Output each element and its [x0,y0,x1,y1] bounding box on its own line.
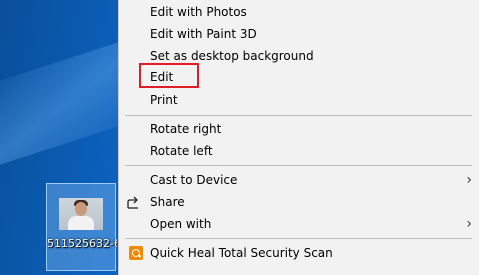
menu-separator [125,238,472,239]
thumbnail-body [68,216,94,230]
desktop-file-label: 511525632-6’–2x612 [47,237,117,250]
menu-item-rotate-right[interactable]: Rotate right [119,118,479,140]
menu-item-label: Rotate left [150,144,213,158]
menu-separator [125,115,472,116]
edit-highlight-box [139,63,199,88]
menu-item-label: Edit with Paint 3D [150,27,257,41]
menu-item-label: Quick Heal Total Security Scan [150,246,333,260]
chevron-right-icon: › [466,172,472,188]
menu-item-label: Open with [150,217,212,231]
menu-item-label: Edit with Photos [150,5,247,19]
menu-item-edit-with-paint-3d[interactable]: Edit with Paint 3D [119,23,479,45]
menu-item-label: Cast to Device [150,173,238,187]
person-photo-thumbnail [59,198,103,230]
menu-item-open-with[interactable]: Open with › [119,213,479,235]
desktop-file-icon[interactable]: 511525632-6’–2x612 [46,183,117,271]
menu-item-print[interactable]: Print [119,89,479,111]
menu-item-cast-to-device[interactable]: Cast to Device › [119,169,479,191]
menu-item-label: Rotate right [150,122,222,136]
menu-item-quick-heal-scan[interactable]: Quick Heal Total Security Scan [119,242,479,264]
chevron-right-icon: › [466,216,472,232]
menu-item-edit-with-photos[interactable]: Edit with Photos [119,1,479,23]
menu-item-label: Print [150,93,178,107]
menu-item-rotate-left[interactable]: Rotate left [119,140,479,162]
menu-separator [125,165,472,166]
quick-heal-icon [129,246,143,260]
context-menu: Edit with Photos Edit with Paint 3D Set … [118,0,479,275]
share-icon [127,196,138,209]
menu-item-share[interactable]: Share [119,191,479,213]
thumbnail-head [75,202,87,216]
menu-item-label: Share [150,195,185,209]
